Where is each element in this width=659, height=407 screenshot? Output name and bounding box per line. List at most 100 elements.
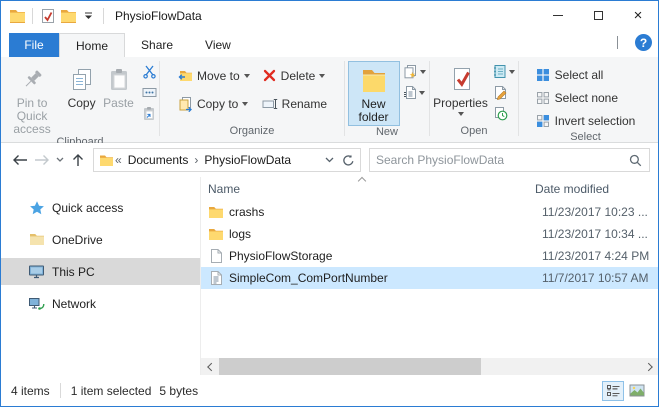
select-all-icon	[536, 68, 550, 82]
help-button[interactable]: ?	[635, 34, 652, 51]
scroll-left-arrow[interactable]	[201, 358, 218, 375]
qat-separator	[103, 8, 104, 24]
properties-qat-icon[interactable]	[38, 5, 58, 27]
sidebar-item-label: Network	[52, 297, 96, 311]
new-folder-qat-icon[interactable]	[58, 5, 78, 27]
cut-button[interactable]	[139, 62, 159, 81]
select-none-button[interactable]: Select none	[536, 88, 636, 108]
search-box	[369, 148, 650, 172]
pin-to-quick-access-button[interactable]: Pin to Quick access	[1, 60, 63, 136]
file-row[interactable]: logs11/23/2017 10:34 ...	[201, 223, 658, 245]
window-title: PhysioFlowData	[115, 9, 202, 23]
paste-button[interactable]: Paste	[100, 60, 137, 136]
sidebar-item-quick-access[interactable]: Quick access	[1, 194, 200, 221]
items-count: 4 items	[11, 384, 50, 398]
cut-icon	[142, 64, 157, 79]
delete-icon	[262, 68, 277, 83]
search-input[interactable]	[370, 153, 622, 167]
paste-shortcut-button[interactable]	[139, 104, 159, 123]
sidebar-item-network[interactable]: Network	[1, 290, 200, 317]
file-list: crashs11/23/2017 10:23 ...logs11/23/2017…	[201, 201, 658, 289]
tab-home[interactable]: Home	[59, 33, 125, 57]
minimize-button[interactable]	[538, 1, 578, 30]
rename-button[interactable]: Rename	[259, 92, 330, 115]
selection-count: 1 item selected	[71, 384, 152, 398]
chevron-right-icon	[644, 362, 652, 370]
up-button[interactable]	[67, 148, 89, 172]
refresh-icon[interactable]	[342, 154, 355, 167]
move-to-button[interactable]: Move to	[174, 64, 253, 87]
column-header-date-modified[interactable]: Date modified	[535, 182, 609, 196]
dropdown-caret-icon	[420, 70, 426, 74]
file-date-modified: 11/23/2017 4:24 PM	[542, 249, 649, 263]
sidebar-item-label: OneDrive	[52, 233, 103, 247]
sidebar-item-this-pc[interactable]: This PC	[1, 258, 200, 285]
address-box[interactable]: « Documents › PhysioFlowData	[93, 148, 361, 172]
file-row[interactable]: crashs11/23/2017 10:23 ...	[201, 201, 658, 223]
column-header-name[interactable]: Name	[201, 182, 535, 196]
customize-qat-caret[interactable]	[78, 5, 98, 27]
history-button[interactable]	[491, 104, 511, 123]
properties-button[interactable]: Properties	[433, 60, 489, 125]
properties-icon	[447, 63, 475, 97]
copy-to-button[interactable]: Copy to	[174, 92, 253, 115]
delete-label: Delete	[281, 69, 316, 83]
dropdown-caret-icon	[244, 74, 250, 78]
file-icon	[208, 248, 224, 264]
address-dropdown-icon[interactable]	[325, 157, 334, 163]
recent-locations-button[interactable]	[53, 148, 67, 172]
new-item-button[interactable]	[402, 62, 427, 81]
invert-selection-button[interactable]: Invert selection	[536, 111, 636, 131]
sidebar-item-onedrive[interactable]: OneDrive	[1, 226, 200, 253]
easy-access-button[interactable]	[402, 83, 427, 102]
tab-view[interactable]: View	[189, 33, 247, 57]
edit-button[interactable]	[491, 83, 511, 102]
crumb-overflow[interactable]: «	[114, 153, 123, 167]
ribbon-group-new: New folder New	[345, 57, 429, 142]
details-view-button[interactable]	[602, 381, 624, 401]
breadcrumb-physioflowdata[interactable]: PhysioFlowData	[199, 153, 296, 167]
folder-pale-icon	[28, 232, 45, 248]
move-to-label: Move to	[197, 69, 240, 83]
select-all-button[interactable]: Select all	[536, 65, 636, 85]
group-label-new: New	[345, 126, 429, 142]
main-area: Quick access OneDrive This PC Network Name …	[1, 177, 658, 375]
new-folder-icon	[359, 64, 389, 98]
navigation-pane: Quick access OneDrive This PC Network	[1, 177, 201, 375]
copy-to-icon	[177, 96, 193, 112]
back-arrow-icon	[12, 154, 28, 166]
search-icon[interactable]	[622, 154, 649, 167]
breadcrumb-documents[interactable]: Documents	[123, 153, 194, 167]
file-row[interactable]: SimpleCom_ComPortNumber11/7/2017 10:57 A…	[201, 267, 658, 289]
large-icons-view-button[interactable]	[626, 381, 648, 401]
close-button[interactable]: ×	[618, 1, 658, 30]
scrollbar-thumb[interactable]	[219, 358, 481, 375]
collapse-ribbon-button[interactable]	[609, 37, 625, 49]
text-file-icon	[208, 270, 224, 286]
chevron-down-icon	[56, 157, 64, 163]
copy-path-button[interactable]	[139, 83, 159, 102]
open-button[interactable]	[491, 62, 516, 81]
dropdown-caret-icon	[419, 91, 425, 95]
column-headers: Name Date modified	[201, 177, 658, 201]
explorer-window: PhysioFlowData × File Home Share View ?	[0, 0, 659, 407]
tab-file[interactable]: File	[9, 33, 59, 57]
open-icon	[492, 64, 507, 79]
new-folder-button[interactable]: New folder	[348, 61, 400, 126]
pin-icon	[18, 63, 46, 97]
copy-button[interactable]: Copy	[63, 60, 100, 136]
horizontal-scrollbar[interactable]	[201, 358, 658, 375]
group-label-organize: Organize	[160, 125, 344, 142]
file-row[interactable]: PhysioFlowStorage11/23/2017 4:24 PM	[201, 245, 658, 267]
tab-share[interactable]: Share	[125, 33, 189, 57]
properties-label: Properties	[433, 97, 488, 110]
forward-button[interactable]	[31, 148, 53, 172]
dropdown-caret-icon	[242, 102, 248, 106]
scroll-right-arrow[interactable]	[641, 358, 658, 375]
qat-separator	[32, 8, 33, 24]
maximize-button[interactable]	[578, 1, 618, 30]
back-button[interactable]	[9, 148, 31, 172]
ribbon-group-select: Select all Select none Invert selection …	[519, 57, 652, 142]
dropdown-caret-icon	[509, 70, 515, 74]
delete-button[interactable]: Delete	[259, 64, 330, 87]
